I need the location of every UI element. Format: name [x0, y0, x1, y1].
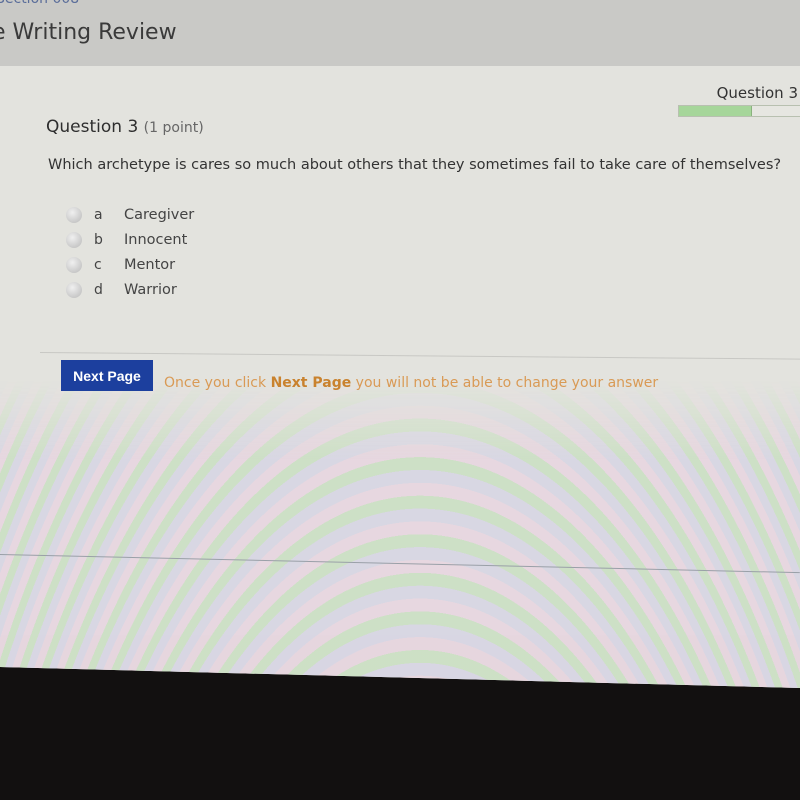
radio-button[interactable] — [66, 256, 82, 273]
warning-suffix: you will not be able to change your answ… — [351, 375, 659, 391]
option-b[interactable]: b Innocent — [66, 227, 194, 252]
option-letter: b — [94, 231, 103, 248]
monitor-screen: Section 008 e Writing Review Question 3 … — [0, 0, 800, 688]
top-header: Section 008 e Writing Review — [0, 0, 800, 66]
progress-bar — [678, 105, 800, 117]
next-page-warning: Once you click Next Page you will not be… — [164, 375, 658, 391]
progress-fill — [679, 106, 752, 116]
screen-moire-pattern — [0, 380, 800, 688]
question-heading: Question 3 (1 point) — [46, 117, 204, 137]
radio-button[interactable] — [66, 231, 82, 248]
option-text[interactable]: Mentor — [124, 257, 175, 273]
section-label[interactable]: Section 008 — [0, 0, 79, 7]
question-text: Which archetype is cares so much about o… — [48, 157, 782, 173]
option-letter: d — [94, 281, 103, 298]
option-text[interactable]: Innocent — [124, 232, 187, 248]
option-c[interactable]: c Mentor — [66, 252, 194, 277]
option-text[interactable]: Warrior — [124, 282, 177, 298]
question-points: (1 point) — [143, 120, 204, 136]
course-title: e Writing Review — [0, 20, 177, 45]
option-text[interactable]: Caregiver — [124, 207, 194, 223]
answer-options: a Caregiver b Innocent c Mentor d Warrio… — [66, 202, 194, 302]
radio-button[interactable] — [66, 206, 82, 223]
next-page-button[interactable]: Next Page — [61, 360, 153, 391]
option-a[interactable]: a Caregiver — [66, 202, 194, 227]
option-letter: c — [94, 256, 102, 273]
radio-button[interactable] — [66, 281, 82, 298]
question-counter: Question 3 — [716, 84, 798, 102]
option-d[interactable]: d Warrior — [66, 277, 194, 302]
warning-prefix: Once you click — [164, 375, 271, 391]
option-letter: a — [94, 206, 103, 223]
warning-bold: Next Page — [270, 375, 352, 391]
question-number: Question 3 — [46, 117, 139, 137]
